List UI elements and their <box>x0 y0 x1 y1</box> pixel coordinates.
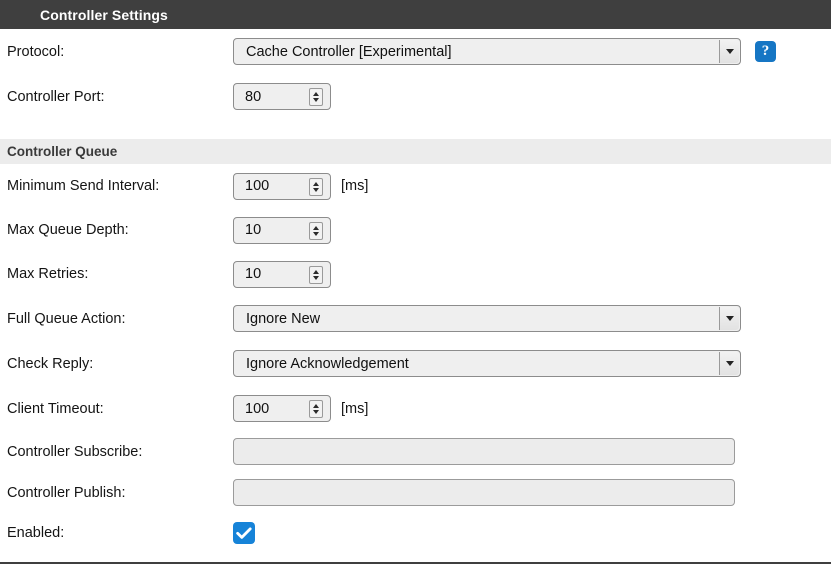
row-check-reply: Check Reply: Ignore Acknowledgement <box>0 341 831 386</box>
controller-subscribe-label: Controller Subscribe: <box>7 443 143 460</box>
row-controller-subscribe: Controller Subscribe: <box>0 431 831 472</box>
stepper-arrows-icon[interactable] <box>309 221 323 240</box>
checkmark-icon <box>236 527 252 539</box>
controller-port-label: Controller Port: <box>7 88 105 105</box>
client-timeout-value: 100 <box>245 400 270 417</box>
full-queue-action-field-group: Ignore New <box>233 305 741 332</box>
row-minimum-send-interval: Minimum Send Interval: 100 [ms] <box>0 164 831 208</box>
protocol-field-group: Cache Controller [Experimental] ? <box>233 38 776 65</box>
max-queue-depth-field-group: 10 <box>233 216 331 244</box>
row-max-retries: Max Retries: 10 <box>0 252 831 296</box>
max-retries-field-group: 10 <box>233 260 331 288</box>
controller-subscribe-input[interactable] <box>233 438 735 465</box>
minimum-send-interval-field-group: 100 [ms] <box>233 172 369 200</box>
full-queue-action-select[interactable]: Ignore New <box>233 305 741 332</box>
row-max-queue-depth: Max Queue Depth: 10 <box>0 208 831 252</box>
client-timeout-field-group: 100 [ms] <box>233 395 368 422</box>
section-header-label: Controller Queue <box>7 144 118 159</box>
controller-publish-label: Controller Publish: <box>7 484 126 501</box>
check-reply-label: Check Reply: <box>7 355 94 372</box>
client-timeout-stepper[interactable]: 100 <box>233 395 331 422</box>
client-timeout-label: Client Timeout: <box>7 400 104 417</box>
stepper-arrows-icon[interactable] <box>309 88 323 106</box>
minimum-send-interval-unit: [ms] <box>341 178 369 194</box>
minimum-send-interval-stepper[interactable]: 100 <box>233 172 331 200</box>
check-reply-field-group: Ignore Acknowledgement <box>233 350 741 377</box>
check-reply-select[interactable]: Ignore Acknowledgement <box>233 350 741 377</box>
controller-subscribe-field-group <box>233 438 735 465</box>
protocol-select[interactable]: Cache Controller [Experimental] <box>233 38 741 65</box>
enabled-label: Enabled: <box>7 525 65 541</box>
enabled-checkbox[interactable] <box>233 522 255 544</box>
stepper-arrows-icon[interactable] <box>309 400 323 418</box>
full-queue-action-label: Full Queue Action: <box>7 310 126 327</box>
max-queue-depth-stepper[interactable]: 10 <box>233 216 331 244</box>
chevron-down-icon[interactable] <box>719 40 739 63</box>
row-full-queue-action: Full Queue Action: Ignore New <box>0 296 831 341</box>
max-queue-depth-value: 10 <box>245 222 262 238</box>
row-protocol: Protocol: Cache Controller [Experimental… <box>0 29 831 74</box>
chevron-down-icon[interactable] <box>719 307 739 330</box>
stepper-arrows-icon[interactable] <box>309 177 323 196</box>
controller-publish-field-group <box>233 479 735 506</box>
controller-publish-input[interactable] <box>233 479 735 506</box>
row-client-timeout: Client Timeout: 100 [ms] <box>0 386 831 431</box>
row-controller-publish: Controller Publish: <box>0 472 831 513</box>
minimum-send-interval-value: 100 <box>245 178 270 194</box>
client-timeout-unit: [ms] <box>341 400 369 417</box>
controller-port-value: 80 <box>245 88 262 105</box>
enabled-field-group <box>233 522 255 544</box>
section-header-controller-queue: Controller Queue <box>0 139 831 164</box>
minimum-send-interval-label: Minimum Send Interval: <box>7 178 160 194</box>
row-enabled: Enabled: <box>0 513 831 553</box>
chevron-down-icon[interactable] <box>719 352 739 375</box>
full-queue-action-selected-value: Ignore New <box>246 310 321 327</box>
check-reply-selected-value: Ignore Acknowledgement <box>246 355 409 372</box>
max-queue-depth-label: Max Queue Depth: <box>7 222 129 238</box>
max-retries-label: Max Retries: <box>7 266 89 282</box>
max-retries-stepper[interactable]: 10 <box>233 260 331 288</box>
controller-port-field-group: 80 <box>233 83 331 110</box>
page-title: Controller Settings <box>40 6 168 23</box>
row-controller-port: Controller Port: 80 <box>0 74 831 119</box>
protocol-label: Protocol: <box>7 43 65 60</box>
protocol-selected-value: Cache Controller [Experimental] <box>246 43 452 60</box>
window-title-bar: Controller Settings <box>0 0 831 29</box>
help-icon[interactable]: ? <box>755 41 776 62</box>
stepper-arrows-icon[interactable] <box>309 265 323 284</box>
controller-port-stepper[interactable]: 80 <box>233 83 331 110</box>
max-retries-value: 10 <box>245 266 262 282</box>
